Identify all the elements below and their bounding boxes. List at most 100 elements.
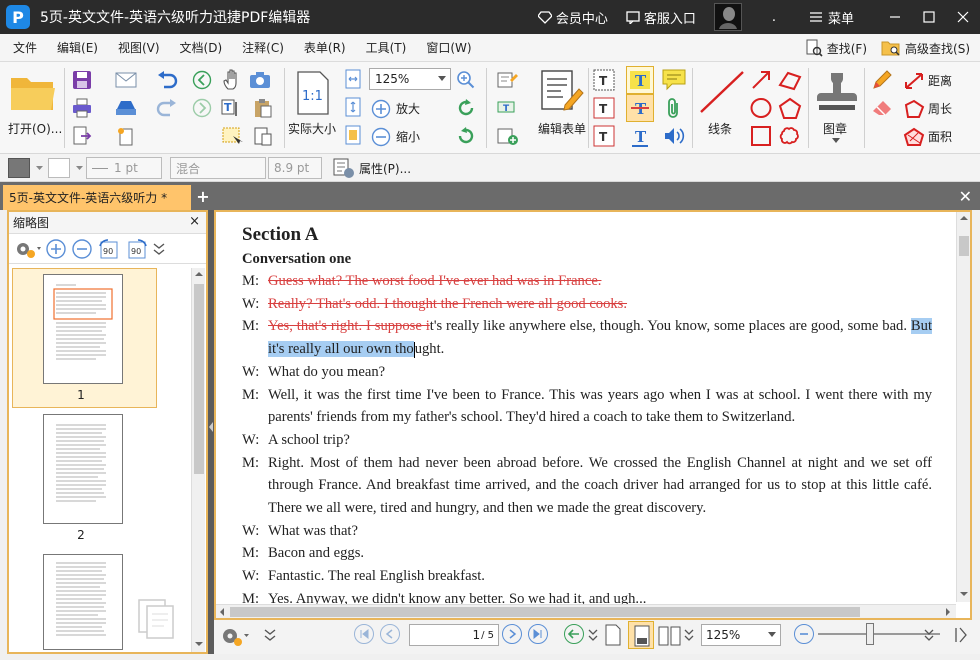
open-button[interactable]	[8, 70, 58, 114]
blend-mode-select[interactable]: 混合	[170, 157, 266, 179]
select-area-button[interactable]	[220, 124, 244, 148]
zoom-in-button[interactable]	[370, 98, 392, 120]
dialogue-text[interactable]: Well, it was the first time I've been to…	[268, 384, 932, 429]
perimeter-tool-button[interactable]	[902, 98, 926, 120]
new-tab-button[interactable]: +	[195, 187, 211, 206]
font-size-select[interactable]: 8.9 pt	[268, 157, 322, 179]
strikeout-text-button[interactable]: T	[626, 94, 654, 122]
hand-tool-button[interactable]	[220, 68, 244, 92]
menu-file[interactable]: 文件	[6, 39, 44, 56]
rectangle-tool-button[interactable]	[748, 124, 774, 148]
edit-form-button[interactable]	[538, 68, 586, 114]
last-page-button[interactable]	[528, 624, 548, 644]
previous-view-button[interactable]	[190, 68, 214, 92]
distance-tool-button[interactable]	[902, 70, 926, 92]
expand-double-chevron-icon[interactable]	[153, 242, 165, 256]
new-doc-button[interactable]	[108, 124, 144, 148]
zoom-expand-icon[interactable]	[924, 628, 934, 642]
arrow-tool-button[interactable]	[748, 68, 774, 92]
thumbnail-close-button[interactable]: ×	[189, 214, 200, 229]
attach-file-button[interactable]	[660, 96, 688, 120]
layout-dropdown-icon[interactable]	[684, 628, 694, 642]
status-zoom-out-button[interactable]	[794, 624, 814, 644]
stamp-dropdown-icon[interactable]	[832, 138, 840, 144]
document-horizontal-scrollbar[interactable]	[216, 604, 956, 618]
thumbnail-page-2[interactable]	[43, 414, 123, 524]
dialogue-text[interactable]: Really? That's odd. I thought the French…	[268, 293, 932, 316]
zoom-slider-thumb[interactable]	[866, 623, 874, 645]
scan-button[interactable]	[108, 96, 144, 120]
rotate-cw-90-icon[interactable]: 90	[125, 238, 149, 260]
document-hscroll-thumb[interactable]	[230, 607, 860, 617]
document-scroll-thumb[interactable]	[959, 236, 969, 256]
note-button[interactable]	[660, 68, 688, 92]
ribbon-zoom-select[interactable]: 125%	[369, 68, 451, 90]
stroke-color-dropdown-icon[interactable]	[76, 166, 83, 171]
user-avatar[interactable]	[713, 3, 742, 31]
expand-down-icon[interactable]	[264, 628, 276, 642]
advanced-find-button[interactable]: 高级查找(S)	[881, 39, 970, 57]
thumbnail-scrollbar[interactable]	[191, 268, 205, 652]
properties-button[interactable]: 属性(P)...	[333, 157, 411, 179]
page-number-field[interactable]: 1 / 5	[409, 624, 499, 646]
export-button[interactable]	[70, 124, 94, 148]
close-window-button[interactable]	[946, 0, 980, 34]
undo-button[interactable]	[150, 68, 184, 92]
sound-button[interactable]	[660, 124, 688, 148]
rotate-right-button[interactable]	[454, 124, 478, 148]
dialogue-text[interactable]: Yes, that's right. I suppose it's really…	[268, 315, 933, 360]
fill-color-dropdown-icon[interactable]	[36, 166, 43, 171]
polyline-tool-button[interactable]	[776, 68, 804, 92]
paste-button[interactable]	[248, 96, 278, 120]
menu-window[interactable]: 窗口(W)	[419, 39, 478, 56]
underline-text-button[interactable]: T	[626, 124, 654, 150]
dialogue-text[interactable]: A school trip?	[268, 429, 932, 452]
customer-service-link[interactable]: 客服入口	[626, 8, 696, 27]
highlight-text-button[interactable]: T	[626, 66, 654, 94]
add-field-button[interactable]	[494, 124, 522, 148]
textbox-button[interactable]: T	[592, 124, 616, 148]
find-button[interactable]: 查找(F)	[805, 39, 867, 57]
fit-visible-button[interactable]	[342, 124, 364, 146]
zoom-out-thumb-icon[interactable]	[71, 238, 93, 260]
facing-pages-icon[interactable]	[658, 625, 682, 647]
redo-button[interactable]	[150, 96, 184, 120]
document-tab[interactable]: 5页-英文文件-英语六级听力 *	[3, 185, 191, 210]
menu-edit[interactable]: 编辑(E)	[50, 39, 105, 56]
single-page-icon[interactable]	[604, 623, 622, 647]
next-view-button[interactable]	[190, 96, 214, 120]
menu-form[interactable]: 表单(R)	[297, 39, 353, 56]
area-tool-button[interactable]	[902, 126, 926, 148]
main-menu-button[interactable]: 菜单	[809, 8, 854, 27]
line-width-select[interactable]: 1 pt	[86, 157, 162, 179]
document-page[interactable]: Section A Conversation one M: Guess what?…	[242, 222, 933, 611]
dialogue-text[interactable]: Bacon and eggs.	[268, 542, 932, 565]
cloud-tool-button[interactable]	[776, 124, 804, 148]
thumbnail-page-1[interactable]	[43, 274, 123, 384]
rotate-left-button[interactable]	[454, 96, 478, 120]
select-text-button[interactable]: T	[220, 96, 244, 120]
eraser-button[interactable]	[870, 96, 894, 120]
menu-document[interactable]: 文档(D)	[173, 39, 230, 56]
settings-gear-icon[interactable]	[220, 624, 250, 648]
status-zoom-select[interactable]: 125%	[701, 624, 781, 646]
fit-height-button[interactable]	[342, 96, 364, 118]
rotate-ccw-90-icon[interactable]: 90	[97, 238, 121, 260]
minimize-button[interactable]	[878, 0, 912, 34]
actual-size-button[interactable]: 1:1	[294, 68, 332, 118]
previous-page-button[interactable]	[380, 624, 400, 644]
attach-doc-button[interactable]	[248, 124, 278, 148]
menu-view[interactable]: 视图(V)	[111, 39, 167, 56]
stroke-color-swatch[interactable]	[48, 158, 70, 178]
print-button[interactable]	[70, 96, 94, 120]
dialogue-text[interactable]: What was that?	[268, 520, 932, 543]
maximize-button[interactable]	[912, 0, 946, 34]
fit-width-button[interactable]	[342, 68, 364, 90]
continuous-page-button[interactable]	[628, 621, 654, 649]
pencil-button[interactable]	[870, 68, 894, 92]
save-button[interactable]	[70, 68, 94, 92]
stamp-button[interactable]	[814, 68, 860, 114]
fill-color-swatch[interactable]	[8, 158, 30, 178]
oval-tool-button[interactable]	[748, 96, 774, 120]
panel-toggle-icon[interactable]	[954, 626, 970, 644]
